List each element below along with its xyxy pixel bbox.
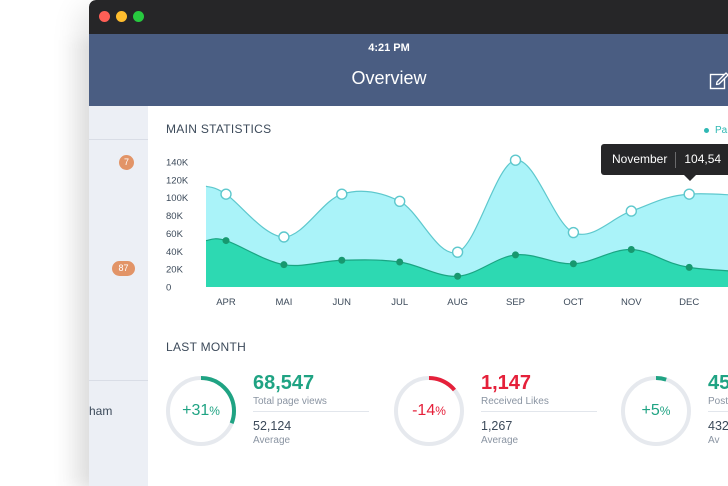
stat-value: 45 [708, 372, 728, 394]
close-window-button[interactable] [99, 11, 110, 22]
x-tick-label: JUL [391, 297, 408, 308]
app-window: 4:21 PM Overview 7 87 ham MAIN STATISTIC… [89, 0, 728, 486]
app-header: 4:21 PM Overview [89, 34, 728, 106]
x-tick-label: SEP [506, 297, 525, 308]
x-tick-label: MAI [275, 297, 292, 308]
page-title: Overview [351, 68, 427, 88]
stat-divider [708, 411, 728, 412]
series-2-point [512, 251, 519, 259]
sidebar-item-label[interactable]: ham [89, 404, 112, 418]
series-1-point [567, 226, 580, 239]
y-tick-label: 120K [166, 175, 189, 186]
y-tick-label: 20K [166, 265, 184, 276]
tooltip-value: 104,54 [684, 152, 722, 166]
x-tick-label: OCT [563, 297, 583, 308]
maximize-window-button[interactable] [133, 11, 144, 22]
y-tick-label: 40K [166, 247, 184, 258]
y-tick-label: 100K [166, 193, 189, 204]
stat-value: 1,147 [481, 372, 532, 394]
sidebar-badge: 7 [119, 155, 134, 170]
stat-divider [253, 411, 369, 412]
x-tick-label: DEC [679, 297, 699, 308]
series-1-point [393, 195, 406, 207]
ring-percentage: -14% [412, 402, 446, 419]
minimize-window-button[interactable] [116, 11, 127, 22]
series-2-point [280, 261, 288, 269]
stat-label: Total page views [253, 396, 327, 407]
series-1-point [451, 246, 464, 258]
stat-label: Received Likes [481, 396, 549, 407]
y-tick-label: 80K [166, 211, 184, 222]
sidebar-divider [89, 139, 148, 140]
stat-average-value: 52,124 [253, 419, 292, 433]
stat-value: 68,547 [253, 372, 315, 394]
series-1-point [336, 188, 348, 200]
status-time: 4:21 PM [368, 42, 410, 54]
sidebar-badge: 87 [112, 261, 135, 276]
series-2-point [396, 258, 404, 266]
series-1-point [278, 231, 290, 243]
chart-tooltip: November 104,54 [601, 144, 728, 175]
area-chart[interactable]: 0 20K 40K 60K 80K 100K 120K 140K APR MAI JUN JUL AUG… [148, 106, 728, 321]
title-bar [89, 0, 728, 34]
main-content: MAIN STATISTICS Pa 0 20K 40K 60K 80K 100K 120K… [148, 106, 728, 486]
stat-average-label: Average [253, 435, 291, 446]
sidebar-divider [89, 380, 148, 381]
x-tick-label: AUG [447, 297, 468, 308]
stat-average-label: Av [708, 435, 720, 446]
series-2-point [627, 246, 635, 253]
series-2-point [454, 272, 462, 280]
x-tick-label: JUN [333, 297, 352, 308]
series-1-point [509, 154, 522, 166]
series-2-point [338, 256, 346, 264]
series-1-point [625, 205, 637, 217]
series-1-point [220, 188, 232, 200]
x-tick-label: APR [216, 297, 236, 308]
tooltip-month: November [612, 152, 668, 166]
series-1-point [683, 188, 695, 200]
ring-percentage: +31% [182, 402, 220, 419]
tooltip-arrow [684, 175, 696, 181]
y-tick-label: 0 [166, 283, 171, 294]
ring-percentage: +5% [641, 402, 671, 419]
sidebar: 7 87 ham [89, 106, 148, 486]
compose-icon[interactable] [709, 70, 728, 90]
y-tick-label: 140K [166, 158, 189, 169]
y-tick-label: 60K [166, 229, 184, 240]
series-2-point [685, 263, 693, 271]
series-2-point [569, 260, 577, 268]
stat-average-label: Average [481, 435, 519, 446]
stat-label: Post [708, 396, 728, 407]
stat-average-value: 1,267 [481, 419, 513, 433]
stat-average-value: 432 [708, 419, 728, 433]
last-month-title: LAST MONTH [166, 340, 247, 354]
x-tick-label: NOV [621, 297, 642, 308]
series-2-point [222, 237, 230, 245]
stat-divider [481, 411, 597, 412]
